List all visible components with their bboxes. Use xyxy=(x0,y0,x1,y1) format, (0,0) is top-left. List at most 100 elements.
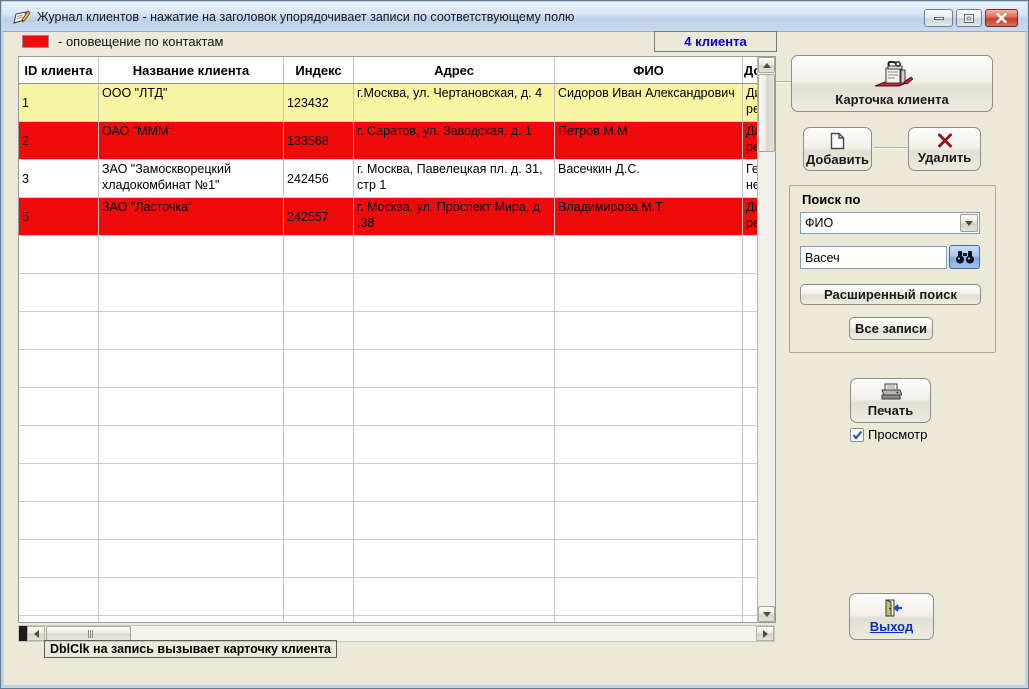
window-title: Журнал клиентов - нажатие на заголовок у… xyxy=(37,9,574,24)
cell-name xyxy=(99,388,284,426)
cell-fio xyxy=(555,578,743,616)
scroll-up-button[interactable] xyxy=(758,57,775,73)
cell-address xyxy=(354,502,555,540)
grid-indicator-block xyxy=(19,626,27,641)
arrow-up-icon xyxy=(763,63,771,68)
cell-fio xyxy=(555,274,743,312)
table-row[interactable] xyxy=(19,388,757,426)
cell-address xyxy=(354,540,555,578)
arrow-down-icon xyxy=(763,612,771,617)
cell-id: 5 xyxy=(19,198,99,236)
table-row[interactable] xyxy=(19,312,757,350)
search-input[interactable] xyxy=(800,246,947,269)
grid-body: 1ООО "ЛТД"123432г.Москва, ул. Чертановск… xyxy=(19,84,757,622)
vertical-scrollbar[interactable] xyxy=(757,57,775,622)
status-hint-text: DblClk на запись вызывает карточку клиен… xyxy=(50,642,331,656)
cell-id xyxy=(19,464,99,502)
cell-id xyxy=(19,502,99,540)
cell-role xyxy=(743,502,757,540)
close-button[interactable] xyxy=(985,9,1018,27)
all-records-button[interactable]: Все записи xyxy=(849,317,933,340)
cell-id xyxy=(19,540,99,578)
cell-role: Ди ре xyxy=(743,122,757,160)
new-document-icon xyxy=(830,132,845,150)
column-header-role[interactable]: Должность xyxy=(743,57,757,83)
cell-name xyxy=(99,312,284,350)
column-header-fio[interactable]: ФИО xyxy=(555,57,743,83)
card-file-icon xyxy=(871,60,913,90)
cell-address xyxy=(354,274,555,312)
table-row[interactable] xyxy=(19,350,757,388)
cell-index xyxy=(284,388,354,426)
cell-name: ОАО "МММ" xyxy=(99,122,284,160)
delete-button[interactable]: Удалить xyxy=(908,127,981,171)
table-row[interactable]: 2ОАО "МММ"133568г. Саратов, ул. Заводска… xyxy=(19,122,757,160)
table-row[interactable] xyxy=(19,578,757,616)
delete-button-label: Удалить xyxy=(918,150,971,165)
cell-address xyxy=(354,578,555,616)
table-row[interactable]: 5ЗАО "Ласточка"242557г. Москва, ул. Прос… xyxy=(19,198,757,236)
table-row[interactable] xyxy=(19,540,757,578)
table-row[interactable] xyxy=(19,464,757,502)
exit-button[interactable]: Выход xyxy=(849,593,934,640)
cell-fio xyxy=(555,426,743,464)
cell-fio xyxy=(555,350,743,388)
cell-role: Ди ре xyxy=(743,84,757,122)
cell-name xyxy=(99,578,284,616)
table-row[interactable]: 1ООО "ЛТД"123432г.Москва, ул. Чертановск… xyxy=(19,84,757,122)
cell-role xyxy=(743,464,757,502)
table-row[interactable] xyxy=(19,274,757,312)
cell-index xyxy=(284,350,354,388)
cell-address: г. Саратов, ул. Заводская, д. 1 xyxy=(354,122,555,160)
horizontal-scroll-thumb[interactable] xyxy=(46,626,131,641)
arrow-left-icon xyxy=(34,630,39,638)
table-row[interactable]: 3ЗАО "Замоскворецкий хладокомбинат №1"24… xyxy=(19,160,757,198)
maximize-button[interactable] xyxy=(956,9,982,27)
table-row[interactable] xyxy=(19,426,757,464)
cell-fio: Владимирова М.Т xyxy=(555,198,743,236)
column-header-address[interactable]: Адрес xyxy=(354,57,555,83)
cell-fio xyxy=(555,464,743,502)
combobox-dropdown-button[interactable] xyxy=(960,214,978,232)
preview-checkbox[interactable] xyxy=(850,428,864,442)
binoculars-icon xyxy=(955,250,975,264)
print-button[interactable]: Печать xyxy=(850,378,931,423)
minimize-button[interactable] xyxy=(924,9,953,27)
cell-fio xyxy=(555,540,743,578)
find-button[interactable] xyxy=(949,245,980,269)
cell-fio xyxy=(555,236,743,274)
cell-index xyxy=(284,312,354,350)
printer-icon xyxy=(880,383,902,401)
cell-name xyxy=(99,274,284,312)
add-button[interactable]: Добавить xyxy=(803,127,872,171)
preview-checkbox-label: Просмотр xyxy=(868,427,927,442)
column-header-id[interactable]: ID клиента xyxy=(19,57,99,83)
advanced-search-button[interactable]: Расширенный поиск xyxy=(800,284,981,305)
cell-id: 2 xyxy=(19,122,99,160)
column-header-index[interactable]: Индекс xyxy=(284,57,354,83)
scroll-right-button[interactable] xyxy=(756,626,774,641)
table-row[interactable] xyxy=(19,502,757,540)
cell-fio: Петров М.М xyxy=(555,122,743,160)
client-card-button[interactable]: Карточка клиента xyxy=(791,55,993,112)
titlebar[interactable]: Журнал клиентов - нажатие на заголовок у… xyxy=(2,2,1027,32)
vertical-scroll-thumb[interactable] xyxy=(758,74,775,152)
cell-id xyxy=(19,426,99,464)
table-row[interactable] xyxy=(19,236,757,274)
scroll-left-button[interactable] xyxy=(27,626,45,641)
legend-label: - оповещение по контактам xyxy=(58,34,223,49)
cell-role: Ди ре xyxy=(743,198,757,236)
column-header-name[interactable]: Название клиента xyxy=(99,57,284,83)
search-field-combobox[interactable]: ФИО xyxy=(800,212,980,234)
cell-id xyxy=(19,312,99,350)
cell-id xyxy=(19,274,99,312)
all-records-label: Все записи xyxy=(855,321,927,336)
writing-hand-icon xyxy=(11,7,31,27)
cell-index xyxy=(284,502,354,540)
cell-index xyxy=(284,274,354,312)
scroll-down-button[interactable] xyxy=(758,606,775,622)
cell-role xyxy=(743,426,757,464)
cell-address: г.Москва, ул. Чертановская, д. 4 xyxy=(354,84,555,122)
cell-index: 133568 xyxy=(284,122,354,160)
table-row[interactable] xyxy=(19,616,757,622)
